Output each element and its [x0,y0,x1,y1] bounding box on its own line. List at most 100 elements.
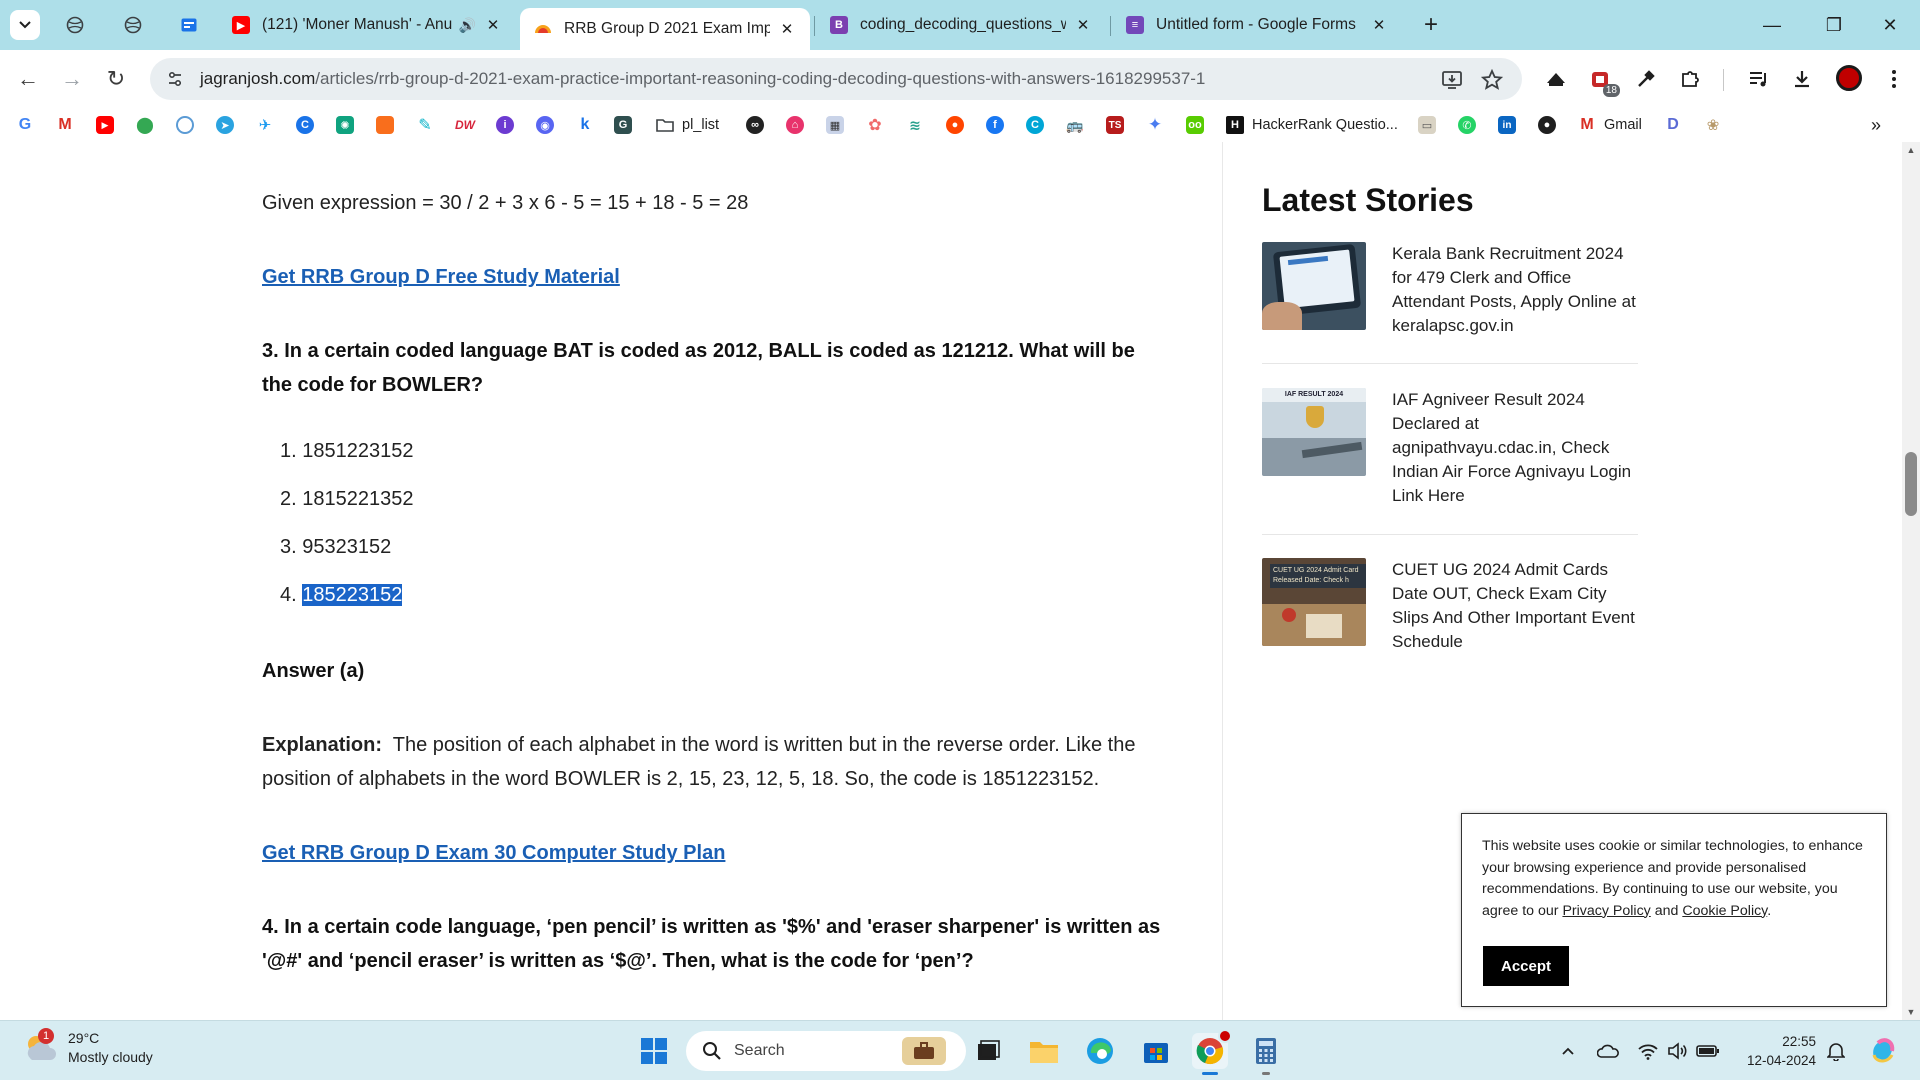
pinned-tab-1[interactable] [62,12,88,38]
show-hidden-icons-chevron-icon[interactable] [1556,1039,1580,1063]
scroll-down-icon[interactable]: ▼ [1902,1004,1920,1020]
bookmark-lotus[interactable]: ❀ [1704,115,1722,135]
site-info-icon[interactable] [164,68,186,90]
download-icon[interactable] [1788,65,1816,93]
bookmark-teal[interactable]: ✎ [416,115,434,135]
bookmark-canva[interactable]: C [1026,115,1044,135]
bookmark-telegram[interactable]: ➤ [216,115,234,135]
study-plan-link[interactable]: Get RRB Group D Exam 30 Computer Study P… [262,842,725,864]
bookmark-github[interactable]: ● [1538,115,1556,135]
study-material-link[interactable]: Get RRB Group D Free Study Material [262,266,620,288]
story-thumbnail[interactable]: CUET UG 2024 Admit Card Released Date: C… [1262,558,1366,646]
close-tab-icon[interactable]: ✕ [1370,16,1388,34]
bookmark-dw[interactable]: DW [455,115,475,135]
system-clock[interactable]: 22:55 12-04-2024 [1722,1032,1816,1070]
bookmark-reddit[interactable]: ● [946,115,964,135]
story-thumbnail[interactable]: IAF RESULT 2024 [1262,388,1366,476]
bookmark-maps[interactable]: ⬤ [136,115,154,135]
minimize-button[interactable]: — [1752,10,1792,40]
bookmark-whatsapp[interactable]: ✆ [1458,115,1476,135]
bookmark-k[interactable]: k [576,115,594,135]
cookie-policy-link[interactable]: Cookie Policy [1682,903,1767,919]
scroll-up-icon[interactable]: ▲ [1902,142,1920,158]
copilot-icon[interactable] [1866,1033,1900,1067]
media-control-icon[interactable] [1744,65,1772,93]
bookmark-purple-i[interactable]: i [496,115,514,135]
profile-avatar[interactable] [1836,65,1862,91]
bookmark-bird[interactable]: ✈ [256,115,274,135]
pinned-tab-2[interactable] [120,12,146,38]
pinned-tab-3[interactable] [176,12,202,38]
bookmark-wave[interactable]: ≋ [906,115,924,135]
bookmark-folder-pl-list[interactable]: pl_list [656,115,719,135]
bookmark-duolingo[interactable]: oo [1186,115,1204,135]
tab-coding-decoding[interactable]: B coding_decoding_questions_wc ✕ [816,8,1106,42]
story-title[interactable]: IAF Agniveer Result 2024 Declared at agn… [1392,388,1638,508]
address-bar[interactable]: jagranjosh.com/articles/rrb-group-d-2021… [150,58,1522,100]
reload-button[interactable]: ↻ [100,63,132,95]
install-app-icon[interactable] [1440,68,1464,92]
bookmark-incognito[interactable]: ∞ [746,115,764,135]
battery-icon[interactable] [1696,1039,1720,1063]
close-window-button[interactable]: ✕ [1870,10,1910,40]
edge-browser-icon[interactable] [1082,1033,1118,1069]
task-view-button[interactable] [970,1033,1006,1069]
weather-widget[interactable]: 1 29°C Mostly cloudy [22,1028,153,1067]
chrome-taskbar-icon[interactable] [1192,1029,1232,1075]
story-thumbnail[interactable] [1262,242,1366,330]
bookmarks-overflow-icon[interactable]: » [1864,110,1888,140]
story-item[interactable]: CUET UG 2024 Admit Card Released Date: C… [1262,558,1638,654]
more-menu-icon[interactable] [1880,65,1908,93]
privacy-policy-link[interactable]: Privacy Policy [1562,903,1650,919]
calculator-icon[interactable] [1248,1033,1284,1075]
bookmark-orange[interactable] [376,115,394,135]
tab-google-forms[interactable]: ≡ Untitled form - Google Forms ✕ [1112,8,1402,42]
bookmark-youtube[interactable]: ▶ [96,115,114,135]
close-tab-icon[interactable]: ✕ [1074,16,1092,34]
speaker-icon[interactable]: 🔊 [459,17,476,34]
bookmark-gfg[interactable]: G [614,115,632,135]
taskbar-search-box[interactable]: Search [686,1031,966,1071]
microsoft-store-icon[interactable] [1138,1033,1174,1069]
tab-active-jagranjosh[interactable]: RRB Group D 2021 Exam Impor ✕ [520,8,810,50]
bookmark-linkedin[interactable]: in [1498,115,1516,135]
story-title[interactable]: Kerala Bank Recruitment 2024 for 479 Cle… [1392,242,1638,338]
accept-cookies-button[interactable]: Accept [1483,946,1569,986]
scrollbar-thumb[interactable] [1905,452,1917,516]
bookmark-star-icon[interactable] [1480,68,1504,92]
story-title[interactable]: CUET UG 2024 Admit Cards Date OUT, Check… [1392,558,1638,654]
bookmark-c-logo[interactable]: C [296,115,314,135]
story-item[interactable]: Kerala Bank Recruitment 2024 for 479 Cle… [1262,242,1638,338]
extension-hat-icon[interactable] [1542,65,1570,93]
bookmark-hackerrank[interactable]: H HackerRank Questio... [1226,115,1398,135]
file-explorer-icon[interactable] [1026,1033,1062,1069]
onedrive-cloud-icon[interactable] [1596,1039,1620,1063]
bookmark-bus[interactable]: 🚌 [1066,115,1084,135]
bookmark-gmail[interactable]: M [56,115,74,135]
extensions-puzzle-icon[interactable] [1676,65,1704,93]
bookmark-discord[interactable]: ◉ [536,115,554,135]
back-button[interactable]: ← [12,63,44,95]
bookmark-circle[interactable] [176,115,194,135]
bookmark-grid[interactable]: ▦ [826,115,844,135]
forward-button[interactable]: → [56,63,88,95]
volume-icon[interactable] [1666,1039,1690,1063]
story-item[interactable]: IAF RESULT 2024 IAF Agniveer Result 2024… [1262,388,1638,508]
bookmark-google[interactable]: G [16,115,34,135]
notification-bell-icon[interactable] [1824,1039,1848,1063]
new-tab-button[interactable]: + [1418,11,1444,38]
bookmark-d-logo[interactable]: D [1664,115,1682,135]
start-button[interactable] [636,1033,672,1069]
bookmark-gemini[interactable]: ✦ [1146,115,1164,135]
bookmark-gmail-labeled[interactable]: M Gmail [1578,115,1642,135]
bookmark-ts[interactable]: TS [1106,115,1124,135]
bookmark-facebook[interactable]: f [986,115,1004,135]
eyedropper-icon[interactable] [1632,65,1660,93]
tab-youtube[interactable]: ▶ (121) 'Moner Manush' - Anu 🔊 ✕ [218,8,516,42]
bookmark-chatgpt[interactable]: ✺ [336,115,354,135]
bookmark-asana[interactable]: ✿ [866,115,884,135]
page-scrollbar[interactable]: ▲ ▼ [1902,142,1920,1020]
tab-search-button[interactable] [10,10,40,40]
extension-badge-icon[interactable]: 18 [1586,65,1620,97]
restore-button[interactable]: ❐ [1814,10,1854,40]
